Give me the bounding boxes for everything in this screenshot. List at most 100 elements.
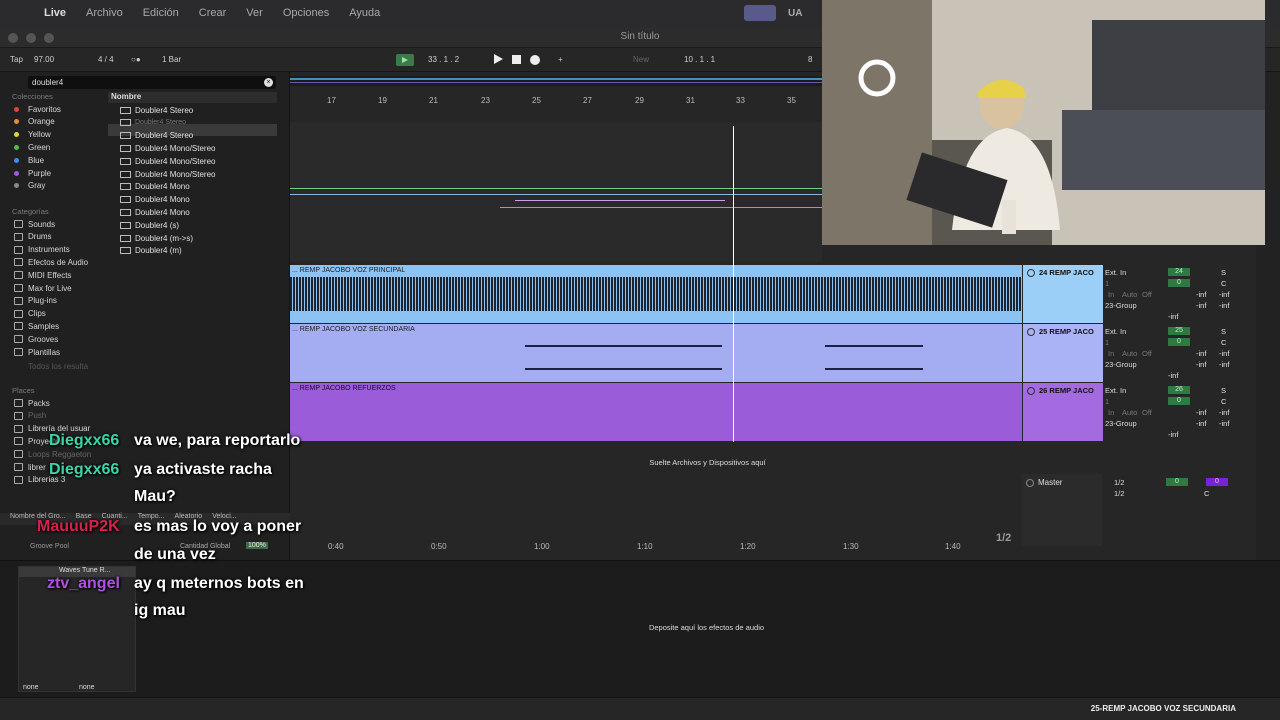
output-select[interactable]: 23-Group: [1105, 419, 1137, 428]
fold-icon[interactable]: [1026, 478, 1034, 487]
solo-button[interactable]: S: [1221, 386, 1226, 395]
input-channel-select[interactable]: 1: [1105, 279, 1109, 288]
menu-ayuda[interactable]: Ayuda: [349, 7, 380, 19]
master-volume[interactable]: 0: [1166, 478, 1188, 486]
pan-knob[interactable]: C: [1221, 279, 1226, 288]
fold-icon[interactable]: [1027, 327, 1035, 336]
category-item[interactable]: Plug-ins: [14, 295, 57, 307]
category-item[interactable]: Grooves: [14, 333, 58, 345]
quantize-select[interactable]: 1 Bar: [162, 55, 181, 64]
record-icon[interactable]: [530, 55, 540, 65]
collection-item[interactable]: Blue: [14, 154, 44, 166]
groove-col-name[interactable]: Nombre del Gro...: [10, 513, 66, 525]
monitor-in-button[interactable]: In: [1108, 290, 1114, 299]
solo-button[interactable]: S: [1221, 327, 1226, 336]
groove-col-velocity[interactable]: Veloci...: [212, 513, 237, 525]
clip-voz-principal[interactable]: ... REMP JACOBO VOZ PRINCIPAL: [290, 265, 1022, 323]
category-item[interactable]: Sounds: [14, 218, 55, 230]
preset-item[interactable]: Doubler4 (s): [120, 219, 179, 231]
monitor-auto-button[interactable]: Auto: [1122, 290, 1137, 299]
category-item[interactable]: Efectos de Audio: [14, 256, 88, 268]
metronome-icon[interactable]: ○●: [131, 55, 141, 64]
track-activator[interactable]: 24: [1168, 268, 1190, 276]
menu-edicion[interactable]: Edición: [143, 7, 179, 19]
time-signature-field[interactable]: 4 / 4: [98, 55, 114, 64]
collection-item[interactable]: Purple: [14, 167, 51, 179]
master-out-select[interactable]: 1/2: [1114, 489, 1124, 498]
place-item[interactable]: Proyectos: [14, 435, 64, 447]
track-header-25[interactable]: 25 REMP JACO: [1023, 324, 1103, 382]
preset-item[interactable]: Doubler4 Stereo: [120, 104, 193, 116]
sidechain-select-2[interactable]: none: [79, 684, 95, 691]
follow-button[interactable]: [396, 54, 414, 66]
place-item[interactable]: Librería del usuar: [14, 423, 90, 435]
master-cue-volume[interactable]: 0: [1206, 478, 1228, 486]
name-column-header[interactable]: Nombre: [108, 92, 277, 103]
arrangement-position-field[interactable]: 33 . 1 . 2: [428, 55, 459, 64]
ua-label[interactable]: UA: [788, 8, 802, 19]
menu-opciones[interactable]: Opciones: [283, 7, 329, 19]
meter-readout[interactable]: -inf: [1219, 349, 1229, 358]
monitor-auto-button[interactable]: Auto: [1122, 349, 1137, 358]
add-icon[interactable]: +: [558, 55, 563, 64]
menu-archivo[interactable]: Archivo: [86, 7, 123, 19]
track-header-24[interactable]: 24 REMP JACO: [1023, 265, 1103, 323]
global-amount-value[interactable]: 100%: [246, 542, 268, 549]
track-header-26[interactable]: 26 REMP JACO: [1023, 383, 1103, 441]
collection-item[interactable]: Yellow: [14, 129, 51, 141]
meter-readout[interactable]: -inf: [1219, 301, 1229, 310]
beat-ruler[interactable]: 17 19 21 23 25 27 29 31 33 35: [290, 94, 822, 108]
volume-field[interactable]: 0: [1168, 338, 1190, 346]
meter-readout[interactable]: -inf: [1196, 419, 1206, 428]
category-item[interactable]: MIDI Effects: [14, 269, 71, 281]
category-item[interactable]: Max for Live: [14, 282, 72, 294]
meter-readout[interactable]: -inf: [1219, 360, 1229, 369]
place-item[interactable]: Push: [14, 410, 46, 422]
groove-col-quant[interactable]: Cuanti...: [102, 513, 128, 525]
monitor-off-button[interactable]: Off: [1142, 408, 1152, 417]
output-select[interactable]: 23-Group: [1105, 301, 1137, 310]
tempo-field[interactable]: 97.00: [34, 55, 54, 64]
place-item[interactable]: librer: [14, 461, 46, 473]
loop-length-field[interactable]: 8: [808, 55, 812, 64]
preset-item[interactable]: Doubler4 Stereo: [120, 130, 193, 142]
category-item[interactable]: Instruments: [14, 244, 70, 256]
search-input[interactable]: doubler4 ×: [28, 76, 276, 89]
category-item[interactable]: Samples: [14, 320, 59, 332]
meter-readout[interactable]: -inf: [1168, 312, 1178, 321]
clip-refuerzos[interactable]: ... REMP JACOBO REFUERZOS: [290, 383, 1022, 441]
meter-readout[interactable]: -inf: [1196, 301, 1206, 310]
fold-icon[interactable]: [1027, 386, 1035, 395]
preset-item[interactable]: Doubler4 Mono/Stereo: [120, 168, 216, 180]
meter-readout[interactable]: -inf: [1219, 419, 1229, 428]
fold-icon[interactable]: [1027, 268, 1035, 277]
input-type-select[interactable]: Ext. In: [1105, 386, 1126, 395]
menu-crear[interactable]: Crear: [199, 7, 227, 19]
groove-col-base[interactable]: Base: [76, 513, 92, 525]
collection-item[interactable]: Gray: [14, 180, 45, 192]
show-results-button[interactable]: Todos los resulta: [28, 360, 88, 372]
groove-col-tempo[interactable]: Tempo...: [138, 513, 165, 525]
drop-effects-area[interactable]: Deposite aquí los efectos de audio: [0, 623, 1280, 632]
preset-item[interactable]: Doubler4 Stereo: [120, 117, 186, 129]
monitor-in-button[interactable]: In: [1108, 349, 1114, 358]
collection-item[interactable]: Green: [14, 141, 50, 153]
monitor-off-button[interactable]: Off: [1142, 349, 1152, 358]
loop-start-field[interactable]: 10 . 1 . 1: [684, 55, 715, 64]
upper-tracks-area[interactable]: [290, 122, 822, 262]
preset-item[interactable]: Doubler4 Mono: [120, 194, 190, 206]
preset-item[interactable]: Doubler4 (m->s): [120, 232, 193, 244]
preset-item[interactable]: Doubler4 Mono/Stereo: [120, 155, 216, 167]
menu-live[interactable]: Live: [44, 7, 66, 19]
category-item[interactable]: Drums: [14, 231, 52, 243]
sidechain-select-1[interactable]: none: [23, 684, 39, 691]
groove-col-random[interactable]: Aleatorio: [175, 513, 203, 525]
overview-strip[interactable]: [290, 76, 822, 86]
track-activator[interactable]: 25: [1168, 327, 1190, 335]
meter-readout[interactable]: -inf: [1196, 408, 1206, 417]
monitor-auto-button[interactable]: Auto: [1122, 408, 1137, 417]
input-type-select[interactable]: Ext. In: [1105, 327, 1126, 336]
monitor-in-button[interactable]: In: [1108, 408, 1114, 417]
preset-item[interactable]: Doubler4 (m): [120, 245, 182, 257]
cue-out-select[interactable]: 1/2: [1114, 478, 1124, 487]
